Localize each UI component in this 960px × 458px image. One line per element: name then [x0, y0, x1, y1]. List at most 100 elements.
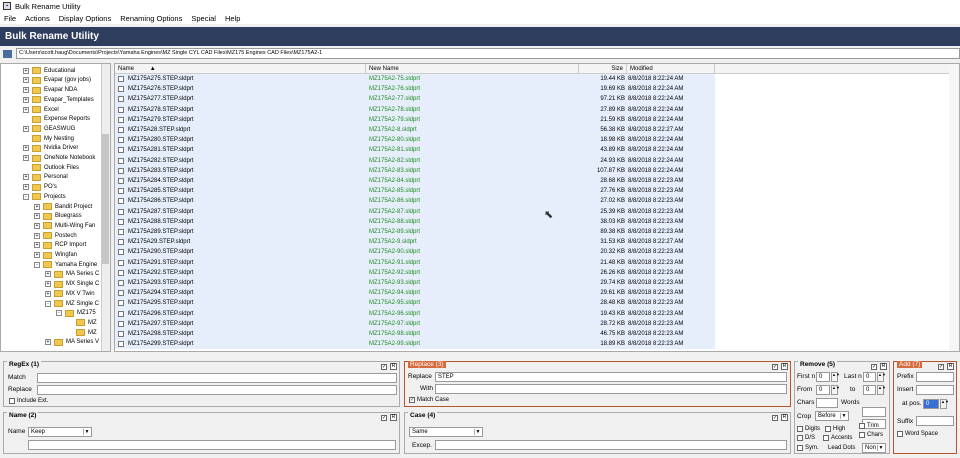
- regex-enable-checkbox[interactable]: ✓: [381, 363, 387, 370]
- tree-node[interactable]: - Projects: [23, 192, 66, 202]
- row-checkbox[interactable]: [118, 239, 124, 246]
- expand-icon[interactable]: +: [23, 87, 29, 94]
- column-size[interactable]: Size: [579, 64, 627, 74]
- expand-icon[interactable]: +: [34, 242, 40, 249]
- tree-node[interactable]: Outlook Files: [23, 163, 79, 173]
- file-row[interactable]: MZ175A296.STEP.sldprt MZ175A2-96.sldprt 19…: [115, 308, 715, 319]
- lead-dots-select[interactable]: Non ▼: [862, 443, 886, 453]
- expand-icon[interactable]: +: [45, 339, 51, 346]
- last-n-stepper[interactable]: ▲▼: [877, 372, 886, 382]
- from-input[interactable]: 0: [816, 385, 830, 395]
- tree-node[interactable]: + MX Single C: [45, 279, 99, 289]
- file-row[interactable]: MZ175A293.STEP.sldprt MZ175A2-93.sldprt 29…: [115, 278, 715, 289]
- tree-node[interactable]: - MZ Single C: [45, 299, 99, 309]
- trim-checkbox[interactable]: [859, 423, 865, 429]
- collapse-icon[interactable]: -: [34, 261, 40, 268]
- replace-reset-button[interactable]: R: [781, 363, 788, 370]
- row-checkbox[interactable]: [118, 96, 124, 103]
- tree-node[interactable]: + Bandit Project: [34, 202, 92, 212]
- row-checkbox[interactable]: [118, 106, 124, 113]
- tree-node[interactable]: + Educational: [23, 66, 75, 76]
- row-checkbox[interactable]: [118, 310, 124, 317]
- file-row[interactable]: MZ175A277.STEP.sldprt MZ175A2-77.sldprt 97…: [115, 94, 715, 105]
- first-n-stepper[interactable]: ▲▼: [831, 372, 840, 382]
- high-option[interactable]: High: [825, 426, 845, 432]
- file-row[interactable]: MZ175A278.STEP.sldprt MZ175A2-78.sldprt 27…: [115, 104, 715, 115]
- file-row[interactable]: MZ175A287.STEP.sldprt MZ175A2-87.sldprt 25…: [115, 206, 715, 217]
- expand-icon[interactable]: +: [23, 125, 29, 132]
- tree-node[interactable]: + Evapar NDA: [23, 85, 77, 95]
- expand-icon[interactable]: +: [23, 67, 29, 74]
- replace-input[interactable]: STEP: [435, 372, 787, 382]
- file-row[interactable]: MZ175A29.STEP.sldprt MZ175A2-9.sldprt 31.5…: [115, 237, 715, 248]
- folder-browse-icon[interactable]: [3, 49, 12, 58]
- tree-scrollbar[interactable]: [101, 64, 110, 351]
- row-checkbox[interactable]: [118, 259, 124, 266]
- name-select[interactable]: Keep ▼: [28, 427, 92, 437]
- add-enable-checkbox[interactable]: ✓: [938, 363, 944, 370]
- file-row[interactable]: MZ175A285.STEP.sldprt MZ175A2-85.sldprt 27…: [115, 186, 715, 197]
- expand-icon[interactable]: +: [45, 271, 51, 278]
- row-checkbox[interactable]: [118, 86, 124, 93]
- tree-node[interactable]: + MA Series C: [45, 270, 99, 280]
- tree-node[interactable]: MZ: [67, 318, 97, 328]
- ds-option[interactable]: D/S: [797, 435, 815, 441]
- name-input[interactable]: [28, 440, 396, 450]
- tree-node[interactable]: + Evapar (gov jobs): [23, 76, 91, 86]
- column-modified[interactable]: Modified: [627, 64, 715, 74]
- regex-replace-input[interactable]: [37, 385, 397, 395]
- row-checkbox[interactable]: [118, 331, 124, 337]
- row-checkbox[interactable]: [118, 300, 124, 307]
- expand-icon[interactable]: +: [34, 213, 40, 220]
- expand-icon[interactable]: +: [34, 252, 40, 259]
- row-checkbox[interactable]: [118, 208, 124, 215]
- crop-select[interactable]: Before ▼: [815, 411, 849, 421]
- row-checkbox[interactable]: [118, 198, 124, 205]
- expand-icon[interactable]: +: [34, 222, 40, 229]
- expand-icon[interactable]: +: [23, 96, 29, 103]
- tree-node[interactable]: + Multi-Wing Fan: [34, 221, 95, 231]
- collapse-icon[interactable]: -: [56, 310, 62, 317]
- row-checkbox[interactable]: [118, 167, 124, 174]
- menu-special[interactable]: Special: [191, 14, 216, 23]
- file-row[interactable]: MZ175A299.STEP.sldprt MZ175A2-99.sldprt 18…: [115, 339, 715, 350]
- menu-actions[interactable]: Actions: [25, 14, 50, 23]
- with-input[interactable]: [435, 384, 787, 394]
- file-row[interactable]: MZ175A294.STEP.sldprt MZ175A2-94.sldprt 29…: [115, 288, 715, 299]
- row-checkbox[interactable]: [118, 76, 124, 82]
- row-checkbox[interactable]: [118, 229, 124, 235]
- regex-match-input[interactable]: [37, 373, 397, 383]
- file-row[interactable]: MZ175A283.STEP.sldprt MZ175A2-83.sldprt 10…: [115, 165, 715, 176]
- include-ext-option[interactable]: Include Ext.: [9, 398, 48, 404]
- row-checkbox[interactable]: [118, 269, 124, 276]
- expand-icon[interactable]: +: [23, 106, 29, 113]
- include-ext-checkbox[interactable]: [9, 398, 15, 404]
- file-list-scrollbar[interactable]: [949, 64, 959, 351]
- row-checkbox[interactable]: [118, 116, 124, 123]
- file-row[interactable]: MZ175A281.STEP.sldprt MZ175A2-81.sldprt 43…: [115, 145, 715, 156]
- expand-icon[interactable]: +: [34, 203, 40, 210]
- expand-icon[interactable]: +: [23, 145, 29, 152]
- from-stepper[interactable]: ▲▼: [831, 385, 840, 395]
- regex-reset-button[interactable]: R: [390, 363, 397, 370]
- file-row[interactable]: MZ175A288.STEP.sldprt MZ175A2-88.sldprt 38…: [115, 216, 715, 227]
- tree-node[interactable]: + Postech: [34, 231, 77, 241]
- row-checkbox[interactable]: [118, 147, 124, 154]
- chars-option[interactable]: Chars: [859, 432, 883, 438]
- file-row[interactable]: MZ175A282.STEP.sldprt MZ175A2-82.sldprt 24…: [115, 155, 715, 166]
- file-row[interactable]: MZ175A295.STEP.sldprt MZ175A2-95.sldprt 28…: [115, 298, 715, 309]
- add-reset-button[interactable]: R: [947, 363, 954, 370]
- row-checkbox[interactable]: [118, 280, 124, 286]
- tree-node[interactable]: + Bluegrass: [34, 212, 82, 222]
- file-row[interactable]: MZ175A298.STEP.sldprt MZ175A2-98.sldprt 46…: [115, 329, 715, 340]
- at-pos-stepper[interactable]: ▲▼: [940, 399, 949, 409]
- trim-option[interactable]: Trim: [859, 423, 879, 429]
- insert-input[interactable]: [916, 385, 954, 395]
- collapse-icon[interactable]: -: [45, 300, 51, 307]
- match-case-option[interactable]: ✓ Match Case: [409, 397, 449, 403]
- remove-enable-checkbox[interactable]: ✓: [871, 363, 877, 370]
- row-checkbox[interactable]: [118, 320, 124, 327]
- word-space-option[interactable]: Word Space: [897, 431, 938, 437]
- to-input[interactable]: 0: [863, 385, 876, 395]
- file-row[interactable]: MZ175A280.STEP.sldprt MZ175A2-80.sldprt 18…: [115, 135, 715, 146]
